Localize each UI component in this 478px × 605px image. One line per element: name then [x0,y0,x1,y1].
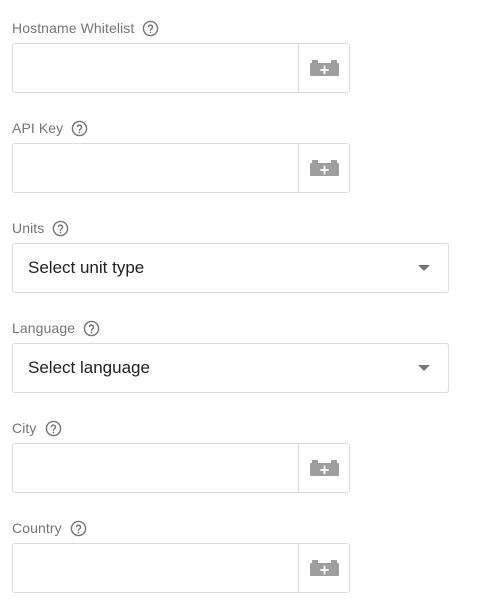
help-icon[interactable] [71,120,88,137]
units-label-row: Units [12,218,69,238]
api-key-input[interactable] [13,144,298,192]
help-icon[interactable] [52,220,69,237]
country-label-row: Country [12,518,87,538]
api-key-field [12,143,350,193]
hostname-whitelist-variable-button[interactable] [298,44,349,92]
variable-brick-plus-icon [309,59,339,77]
country-variable-button[interactable] [298,544,349,592]
city-label: City [12,420,37,436]
help-icon[interactable] [142,20,159,37]
language-label: Language [12,320,76,336]
caret-down-icon [418,365,430,371]
country-label: Country [12,520,62,536]
city-label-row: City [12,418,62,438]
hostname-whitelist-label-row: Hostname Whitelist [12,18,159,38]
hostname-whitelist-input[interactable] [13,44,298,92]
city-variable-button[interactable] [298,444,349,492]
country-field [12,543,350,593]
language-select[interactable]: Select language [12,343,449,393]
variable-brick-plus-icon [309,459,339,477]
variable-brick-plus-icon [309,559,339,577]
api-key-variable-button[interactable] [298,144,349,192]
hostname-whitelist-field [12,43,350,93]
language-selected-value: Select language [28,358,150,377]
city-input[interactable] [13,444,298,492]
api-key-label: API Key [12,120,64,136]
help-icon[interactable] [83,320,100,337]
units-label: Units [12,220,45,236]
variable-brick-plus-icon [309,159,339,177]
country-input[interactable] [13,544,298,592]
caret-down-icon [418,265,430,271]
units-selected-value: Select unit type [28,258,145,277]
language-label-row: Language [12,318,100,338]
help-icon[interactable] [45,420,62,437]
units-select[interactable]: Select unit type [12,243,449,293]
help-icon[interactable] [70,520,87,537]
city-field [12,443,350,493]
api-key-label-row: API Key [12,118,88,138]
hostname-whitelist-label: Hostname Whitelist [12,20,135,36]
